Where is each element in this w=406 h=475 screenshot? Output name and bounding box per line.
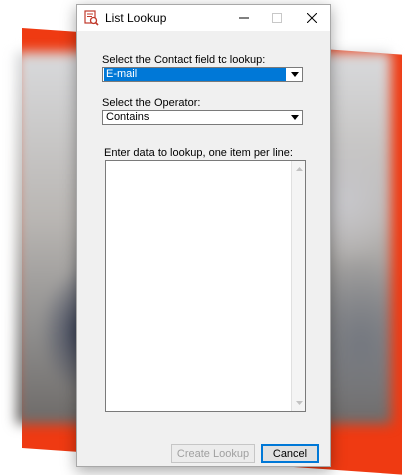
window-title: List Lookup bbox=[105, 11, 167, 25]
maximize-icon bbox=[272, 13, 282, 23]
minimize-icon bbox=[239, 17, 249, 19]
vertical-scrollbar[interactable] bbox=[291, 161, 305, 411]
list-lookup-dialog: List Lookup Select the Contact field tc … bbox=[76, 4, 331, 467]
contact-field-value: E-mail bbox=[104, 68, 286, 81]
scroll-up-icon[interactable] bbox=[292, 162, 306, 176]
chevron-down-icon[interactable] bbox=[288, 68, 302, 81]
create-lookup-button[interactable]: Create Lookup bbox=[171, 444, 255, 463]
close-icon bbox=[307, 13, 317, 23]
title-bar[interactable]: List Lookup bbox=[77, 5, 330, 31]
list-lookup-icon bbox=[84, 10, 99, 26]
operator-label: Select the Operator: bbox=[102, 97, 201, 109]
contact-field-label: Select the Contact field tc lookup: bbox=[102, 54, 266, 66]
chevron-down-icon[interactable] bbox=[288, 111, 302, 124]
operator-value: Contains bbox=[106, 111, 150, 123]
lookup-data-textarea[interactable] bbox=[105, 160, 306, 412]
maximize-button[interactable] bbox=[260, 5, 294, 31]
scroll-down-icon[interactable] bbox=[292, 396, 306, 410]
operator-select[interactable]: Contains bbox=[102, 110, 303, 125]
minimize-button[interactable] bbox=[227, 5, 261, 31]
contact-field-select[interactable]: E-mail bbox=[102, 67, 303, 82]
close-button[interactable] bbox=[295, 5, 329, 31]
lookup-data-label: Enter data to lookup, one item per line: bbox=[104, 147, 293, 159]
cancel-button[interactable]: Cancel bbox=[261, 444, 319, 463]
